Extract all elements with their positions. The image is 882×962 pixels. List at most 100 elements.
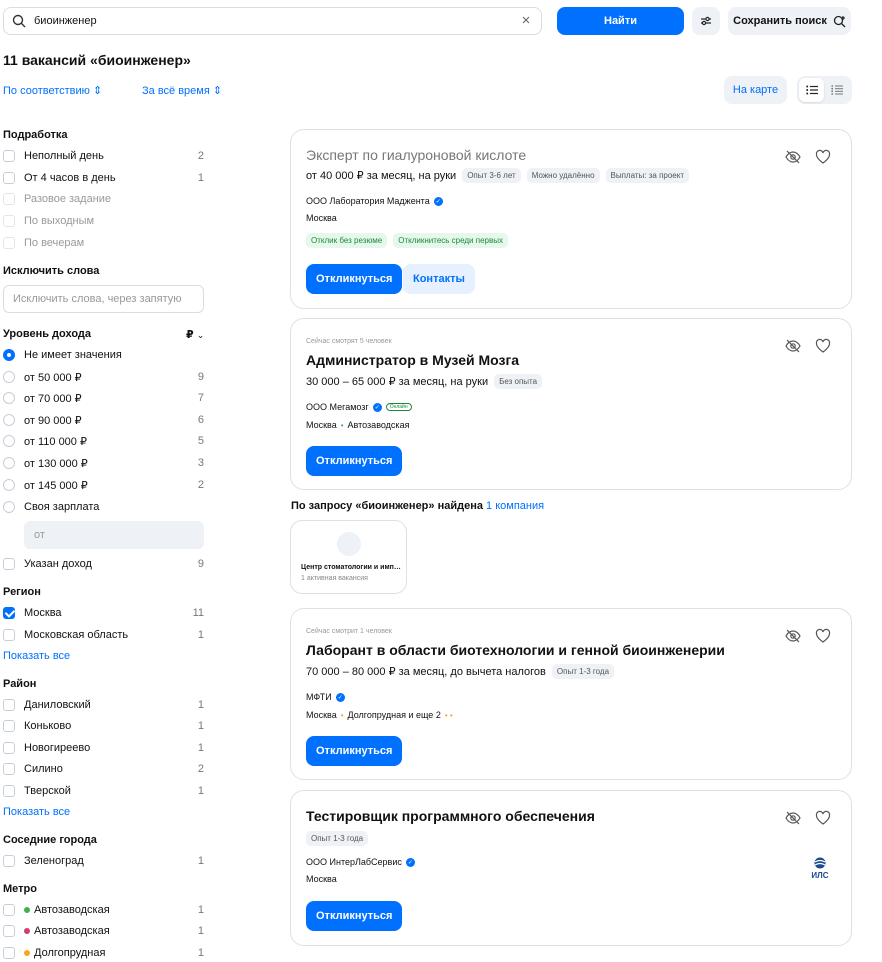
option-label: от 110 000 ₽ [24,435,87,448]
region-heading: Регион [3,586,41,598]
sort-relevance[interactable]: По соответствию ⇕ [3,84,102,97]
currency-select[interactable]: ₽ ⌄ [186,328,204,341]
apply-button[interactable]: Откликнуться [306,446,403,476]
income-option[interactable]: от 50 000 ₽ 9 [3,369,204,385]
hide-icon[interactable] [785,338,801,354]
company-name[interactable]: ООО Лаборатория Маджента [306,196,430,206]
heart-icon[interactable] [815,149,831,165]
income-option[interactable]: от 70 000 ₽ 7 [3,390,204,406]
salary: 30 000 – 65 000 ₽ за месяц, на руки [306,376,489,388]
checkbox[interactable] [3,925,15,937]
heart-icon[interactable] [815,628,831,644]
checkbox[interactable] [3,763,15,775]
company-name[interactable]: ООО Мегамозг [306,402,369,412]
option-count: 5 [197,435,204,447]
radio[interactable] [3,371,15,383]
nearby-option[interactable]: Зеленоград 1 [3,853,204,869]
radio[interactable] [3,414,15,426]
district-option[interactable]: Коньково 1 [3,718,204,734]
hide-icon[interactable] [785,149,801,165]
filter-option[interactable]: Неполный день 2 [3,148,204,164]
checkbox[interactable] [3,150,15,162]
income-option[interactable]: от 90 000 ₽ 6 [3,412,204,428]
radio[interactable] [3,392,15,404]
vacancy-title[interactable]: Тестировщик программного обеспечения [306,808,595,824]
option-count: 9 [197,371,204,383]
search-input[interactable] [34,15,519,27]
checkbox[interactable] [3,699,15,711]
contacts-button[interactable]: Контакты [403,264,475,294]
exclude-words-input[interactable]: Исключить слова, через запятую [3,285,204,313]
radio[interactable] [3,501,15,513]
district-option[interactable]: Новогиреево 1 [3,740,204,756]
map-button[interactable]: На карте [724,76,787,104]
metro-dots: • • [444,710,453,720]
apply-button[interactable]: Откликнуться [306,901,403,931]
district-option[interactable]: Тверской 1 [3,783,204,799]
radio[interactable] [3,349,15,361]
income-option[interactable]: от 145 000 ₽ 2 [3,477,204,493]
company-name[interactable]: ООО ИнтерЛабСервис [306,857,402,867]
district-option[interactable]: Даниловский 1 [3,697,204,713]
radio[interactable] [3,435,15,447]
metro-option[interactable]: Автозаводская 1 [3,923,204,939]
metro-option[interactable]: Автозаводская 1 [3,902,204,918]
vacancy-title[interactable]: Администратор в Музей Мозга [306,352,519,368]
hide-icon[interactable] [785,628,801,644]
option-count: 6 [197,414,204,426]
checkbox[interactable] [3,947,15,959]
checkbox[interactable] [3,172,15,184]
checkbox[interactable] [3,855,15,867]
save-search-button[interactable]: Сохранить поиск [728,7,851,35]
clear-icon[interactable]: × [519,13,533,28]
hide-icon[interactable] [785,810,801,826]
company-count-link[interactable]: 1 компания [486,500,544,512]
list-view-button[interactable] [799,78,824,102]
company-name[interactable]: МФТИ [306,692,332,702]
metro-option[interactable]: Долгопрудная 1 [3,945,204,961]
apply-button[interactable]: Откликнуться [306,264,403,294]
radio[interactable] [3,457,15,469]
filter-settings-button[interactable] [692,7,720,35]
compact-view-button[interactable] [824,78,849,102]
checkbox[interactable] [3,558,15,570]
view-toggle[interactable] [797,76,852,104]
search-box[interactable]: × [3,7,542,35]
filter-option[interactable]: Указан доход 9 [3,556,204,572]
region-option[interactable]: Московская область 1 [3,627,204,643]
apply-button[interactable]: Откликнуться [306,736,403,766]
verified-icon: ✓ [405,857,415,867]
income-option[interactable]: от 110 000 ₽ 5 [3,433,204,449]
checkbox[interactable] [3,742,15,754]
checkbox[interactable] [3,785,15,797]
income-option[interactable]: Не имеет значения [3,347,204,363]
find-button[interactable]: Найти [557,7,684,35]
custom-salary-input[interactable]: от [24,521,204,549]
region-option[interactable]: Москва 11 [3,605,204,621]
region-show-all-link[interactable]: Показать все [3,650,70,662]
checkbox[interactable] [3,720,15,732]
income-option[interactable]: от 130 000 ₽ 3 [3,455,204,471]
heart-icon[interactable] [815,810,831,826]
option-count: 1 [197,904,204,916]
vacancy-card[interactable]: Эксперт по гиалуроновой кислоте от 40 00… [290,129,852,309]
heart-icon[interactable] [815,338,831,354]
checkbox[interactable] [3,607,15,619]
income-option[interactable]: Своя зарплата [3,499,204,515]
compact-list-icon [830,85,843,95]
district-show-all-link[interactable]: Показать все [3,806,70,818]
sort-period[interactable]: За всё время ⇕ [142,84,222,97]
company-search-note: По запросу «биоинженер» найдена 1 компан… [291,500,544,512]
vacancy-title[interactable]: Эксперт по гиалуроновой кислоте [306,147,526,163]
radio[interactable] [3,479,15,491]
district-option[interactable]: Силино 2 [3,761,204,777]
district-heading: Район [3,678,37,690]
vacancy-card[interactable]: Сейчас смотрит 1 человек Лаборант в обла… [290,608,852,780]
company-card[interactable]: Центр стоматологии и имплантации 1 актив… [290,520,407,594]
vacancy-card[interactable]: Сейчас смотрят 5 человек Администратор в… [290,318,852,490]
checkbox[interactable] [3,904,15,916]
vacancy-title[interactable]: Лаборант в области биотехнологии и генно… [306,642,725,658]
checkbox[interactable] [3,629,15,641]
vacancy-card[interactable]: Тестировщик программного обеспечения Опы… [290,790,852,946]
filter-option[interactable]: От 4 часов в день 1 [3,170,204,186]
